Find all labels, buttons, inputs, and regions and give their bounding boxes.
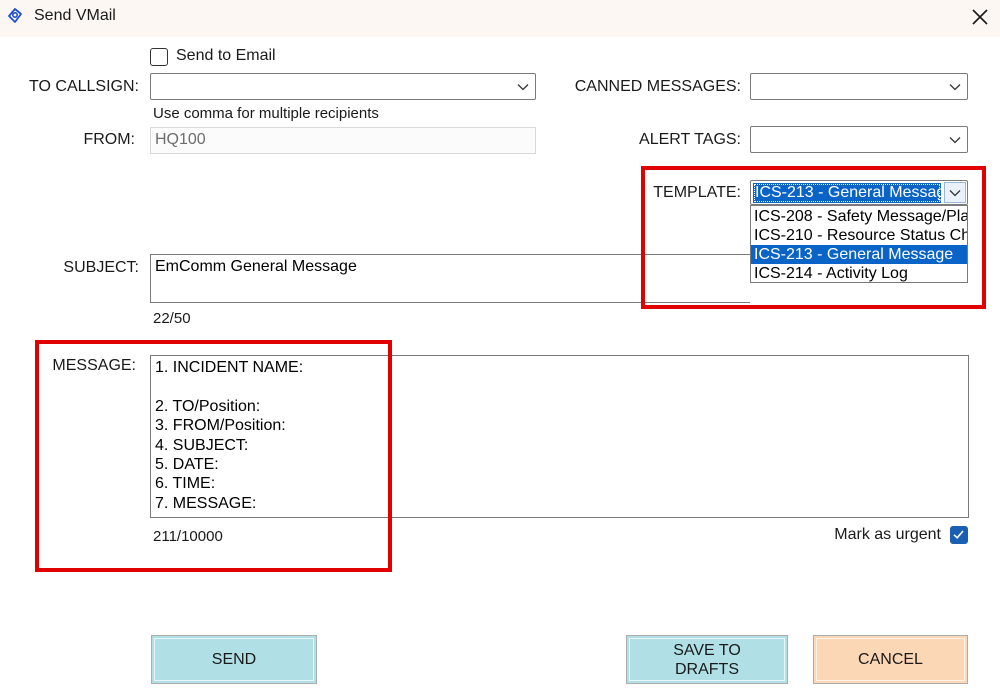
cancel-button-label: CANCEL: [858, 651, 923, 668]
template-option-ics-208[interactable]: ICS-208 - Safety Message/Plan: [751, 207, 967, 226]
to-callsign-label: TO CALLSIGN:: [29, 78, 139, 95]
template-selected-value: ICS-213 - General Message: [753, 183, 941, 203]
cancel-button[interactable]: CANCEL: [813, 635, 968, 684]
message-line: 4. SUBJECT:: [155, 436, 249, 454]
message-line: 1. INCIDENT NAME:: [155, 359, 304, 376]
save-to-drafts-label-line1: SAVE TO: [673, 641, 741, 659]
message-label: MESSAGE:: [52, 357, 136, 374]
message-line: [155, 377, 964, 396]
message-line: 7. MESSAGE:: [155, 494, 257, 512]
canned-messages-label: CANNED MESSAGES:: [574, 78, 741, 95]
message-line: 2. TO/Position:: [155, 397, 261, 415]
to-callsign-hint: Use comma for multiple recipients: [153, 105, 379, 122]
template-option-ics-213[interactable]: ICS-213 - General Message: [751, 245, 967, 264]
window-title: Send VMail: [34, 7, 116, 24]
message-line: 3. FROM/Position:: [155, 417, 286, 435]
message-char-counter: 211/10000: [153, 528, 223, 545]
send-button-label: SEND: [211, 651, 257, 668]
send-to-email-checkbox[interactable]: [150, 48, 168, 66]
save-to-drafts-label-line2: DRAFTS: [675, 660, 739, 678]
chevron-down-icon: [949, 190, 961, 197]
close-icon[interactable]: [964, 2, 996, 34]
message-line: 5. DATE:: [155, 455, 219, 473]
chevron-down-icon: [949, 136, 961, 143]
template-option-ics-210[interactable]: ICS-210 - Resource Status Cha: [751, 226, 967, 245]
to-callsign-combo[interactable]: [150, 73, 536, 100]
subject-label: SUBJECT:: [63, 259, 139, 276]
save-to-drafts-label: SAVE TO DRAFTS: [673, 641, 741, 679]
alert-tags-combo[interactable]: [750, 126, 968, 153]
alert-tags-label: ALERT TAGS:: [639, 131, 741, 148]
template-label: TEMPLATE:: [653, 184, 741, 201]
mark-urgent-checkbox[interactable]: [950, 526, 968, 544]
from-field: HQ100: [150, 127, 536, 154]
mark-urgent-label: Mark as urgent: [834, 526, 941, 543]
template-dropdown-button[interactable]: [944, 182, 966, 203]
from-label: FROM:: [83, 131, 135, 148]
vmail-app-icon: [8, 8, 22, 23]
chevron-down-icon: [517, 83, 529, 90]
send-button[interactable]: SEND: [151, 635, 317, 684]
save-to-drafts-button[interactable]: SAVE TO DRAFTS: [626, 635, 788, 684]
subject-field[interactable]: EmComm General Message: [150, 254, 750, 303]
send-to-email-label: Send to Email: [176, 47, 276, 64]
canned-messages-combo[interactable]: [750, 73, 968, 100]
template-option-ics-214[interactable]: ICS-214 - Activity Log: [751, 264, 967, 282]
template-dropdown-list: ICS-208 - Safety Message/Plan ICS-210 - …: [750, 205, 968, 283]
chevron-down-icon: [949, 83, 961, 90]
subject-char-counter: 22/50: [153, 310, 191, 327]
template-combo[interactable]: ICS-213 - General Message: [750, 180, 968, 205]
message-line: 6. TIME:: [155, 475, 216, 493]
message-textarea[interactable]: 1. INCIDENT NAME: 2. TO/Position: 3. FRO…: [150, 355, 969, 518]
title-bar: Send VMail: [0, 0, 1000, 37]
checkmark-icon: [953, 530, 964, 539]
